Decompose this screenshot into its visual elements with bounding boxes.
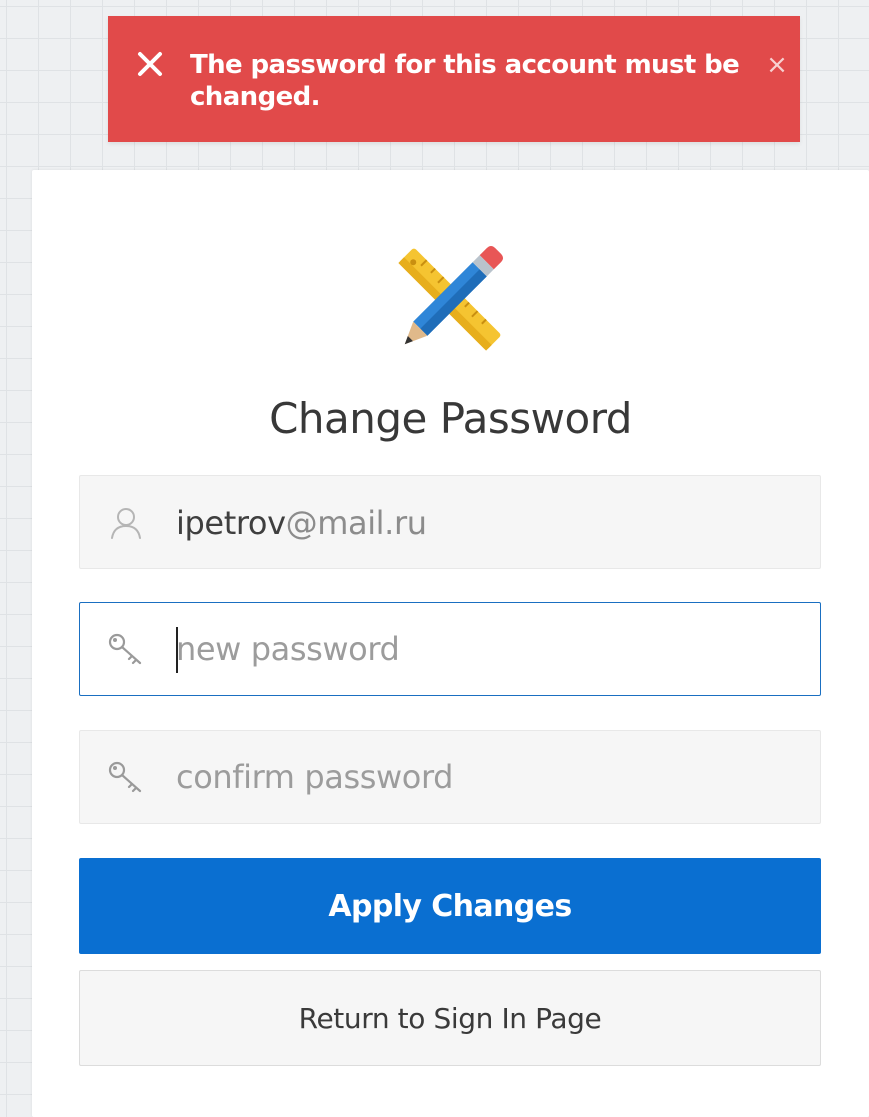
key-icon bbox=[108, 633, 142, 665]
confirm-password-input[interactable] bbox=[176, 731, 796, 823]
username-field: ipetrov@mail.ru bbox=[79, 475, 821, 569]
user-icon bbox=[111, 508, 141, 539]
username-user: ipetrov bbox=[176, 504, 286, 542]
change-password-card: Change Password ipetrov@mail.ru Apply Ch… bbox=[32, 170, 869, 1117]
username-value: ipetrov@mail.ru bbox=[176, 476, 427, 570]
new-password-input[interactable] bbox=[176, 603, 796, 695]
new-password-field[interactable] bbox=[79, 602, 821, 696]
x-icon bbox=[138, 52, 162, 76]
key-icon bbox=[108, 761, 142, 793]
page-title: Change Password bbox=[269, 394, 632, 443]
username-domain: @mail.ru bbox=[285, 504, 427, 542]
return-to-sign-in-button[interactable]: Return to Sign In Page bbox=[79, 970, 821, 1066]
alert-message: The password for this account must be ch… bbox=[190, 50, 740, 112]
confirm-password-field[interactable] bbox=[79, 730, 821, 824]
error-alert: The password for this account must be ch… bbox=[108, 16, 800, 142]
pencil-ruler-icon bbox=[398, 245, 504, 351]
alert-close-button[interactable]: × bbox=[760, 48, 794, 82]
apply-changes-button[interactable]: Apply Changes bbox=[79, 858, 821, 954]
